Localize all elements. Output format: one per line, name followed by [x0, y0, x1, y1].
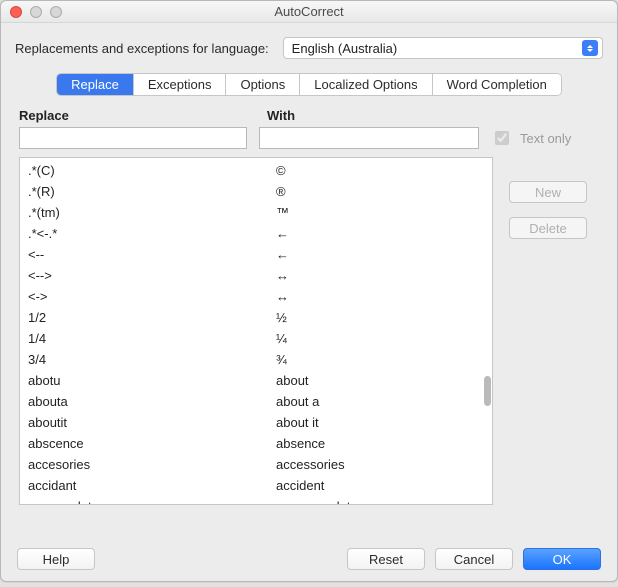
- tab-options[interactable]: Options: [226, 74, 300, 95]
- cell-to: accessories: [276, 455, 484, 474]
- titlebar: AutoCorrect: [1, 1, 617, 23]
- tab-exceptions[interactable]: Exceptions: [134, 74, 227, 95]
- cell-from: accesories: [28, 455, 276, 474]
- cell-from: accomodate: [28, 497, 276, 505]
- cell-from: abotu: [28, 371, 276, 390]
- tab-bar: ReplaceExceptionsOptionsLocalized Option…: [56, 73, 562, 96]
- cell-from: abouta: [28, 392, 276, 411]
- table-row[interactable]: abotuabout: [20, 370, 492, 391]
- zoom-icon: [50, 6, 62, 18]
- language-select[interactable]: English (Australia): [283, 37, 603, 59]
- cell-to: absence: [276, 434, 484, 453]
- cell-from: .*(C): [28, 161, 276, 180]
- ok-button[interactable]: OK: [523, 548, 601, 570]
- close-icon[interactable]: [10, 6, 22, 18]
- cell-to: ←: [276, 224, 484, 243]
- tab-replace[interactable]: Replace: [57, 74, 134, 95]
- cell-from: <-->: [28, 266, 276, 285]
- minimize-icon: [30, 6, 42, 18]
- scrollbar-thumb[interactable]: [484, 376, 491, 406]
- cell-to: ©: [276, 161, 484, 180]
- table-row[interactable]: abscenceabsence: [20, 433, 492, 454]
- cell-from: .*<-.*: [28, 224, 276, 243]
- table-row[interactable]: accomodateaccommodate: [20, 496, 492, 505]
- table-row[interactable]: 1/2½: [20, 307, 492, 328]
- help-button[interactable]: Help: [17, 548, 95, 570]
- cell-from: 1/2: [28, 308, 276, 327]
- cell-from: <--: [28, 245, 276, 264]
- cell-to: ½: [276, 308, 484, 327]
- cancel-button[interactable]: Cancel: [435, 548, 513, 570]
- column-header-replace: Replace: [19, 108, 267, 123]
- cell-to: ¼: [276, 329, 484, 348]
- cell-to: ™: [276, 203, 484, 222]
- with-input[interactable]: [259, 127, 479, 149]
- table-row[interactable]: 1/4¼: [20, 328, 492, 349]
- tab-word-completion[interactable]: Word Completion: [433, 74, 561, 95]
- column-header-with: With: [267, 108, 599, 123]
- cell-to: about: [276, 371, 484, 390]
- new-button[interactable]: New: [509, 181, 587, 203]
- table-row[interactable]: aboutitabout it: [20, 412, 492, 433]
- cell-to: ®: [276, 182, 484, 201]
- table-row[interactable]: .*(tm)™: [20, 202, 492, 223]
- replace-input[interactable]: [19, 127, 247, 149]
- reset-button[interactable]: Reset: [347, 548, 425, 570]
- cell-to: about a: [276, 392, 484, 411]
- cell-to: accident: [276, 476, 484, 495]
- table-row[interactable]: <-->↔: [20, 265, 492, 286]
- language-label: Replacements and exceptions for language…: [15, 41, 269, 56]
- cell-to: ↔: [276, 266, 484, 285]
- cell-from: <->: [28, 287, 276, 306]
- table-row[interactable]: .*(C)©: [20, 160, 492, 181]
- text-only-checkbox: [495, 131, 509, 145]
- dialog-footer: Help Reset Cancel OK: [1, 537, 617, 581]
- text-only-label: Text only: [491, 128, 599, 148]
- table-row[interactable]: accesoriesaccessories: [20, 454, 492, 475]
- table-row[interactable]: 3/4¾: [20, 349, 492, 370]
- table-row[interactable]: .*<-.*←: [20, 223, 492, 244]
- cell-to: accommodate: [276, 497, 484, 505]
- cell-to: ↔: [276, 287, 484, 306]
- replacements-list[interactable]: .*(C)©.*(R)®.*(tm)™.*<-.*←<--←<-->↔<->↔1…: [19, 157, 493, 505]
- cell-from: 3/4: [28, 350, 276, 369]
- cell-to: ¾: [276, 350, 484, 369]
- delete-button[interactable]: Delete: [509, 217, 587, 239]
- language-value: English (Australia): [292, 41, 398, 56]
- table-row[interactable]: <--←: [20, 244, 492, 265]
- cell-from: .*(tm): [28, 203, 276, 222]
- autocorrect-window: AutoCorrect Replacements and exceptions …: [0, 0, 618, 582]
- cell-from: aboutit: [28, 413, 276, 432]
- table-row[interactable]: .*(R)®: [20, 181, 492, 202]
- cell-to: ←: [276, 245, 484, 264]
- cell-from: 1/4: [28, 329, 276, 348]
- cell-from: .*(R): [28, 182, 276, 201]
- window-controls: [1, 6, 62, 18]
- table-row[interactable]: accidantaccident: [20, 475, 492, 496]
- window-title: AutoCorrect: [1, 4, 617, 19]
- chevron-updown-icon: [582, 40, 598, 56]
- table-row[interactable]: aboutaabout a: [20, 391, 492, 412]
- cell-from: accidant: [28, 476, 276, 495]
- table-row[interactable]: <->↔: [20, 286, 492, 307]
- cell-from: abscence: [28, 434, 276, 453]
- cell-to: about it: [276, 413, 484, 432]
- tab-localized-options[interactable]: Localized Options: [300, 74, 432, 95]
